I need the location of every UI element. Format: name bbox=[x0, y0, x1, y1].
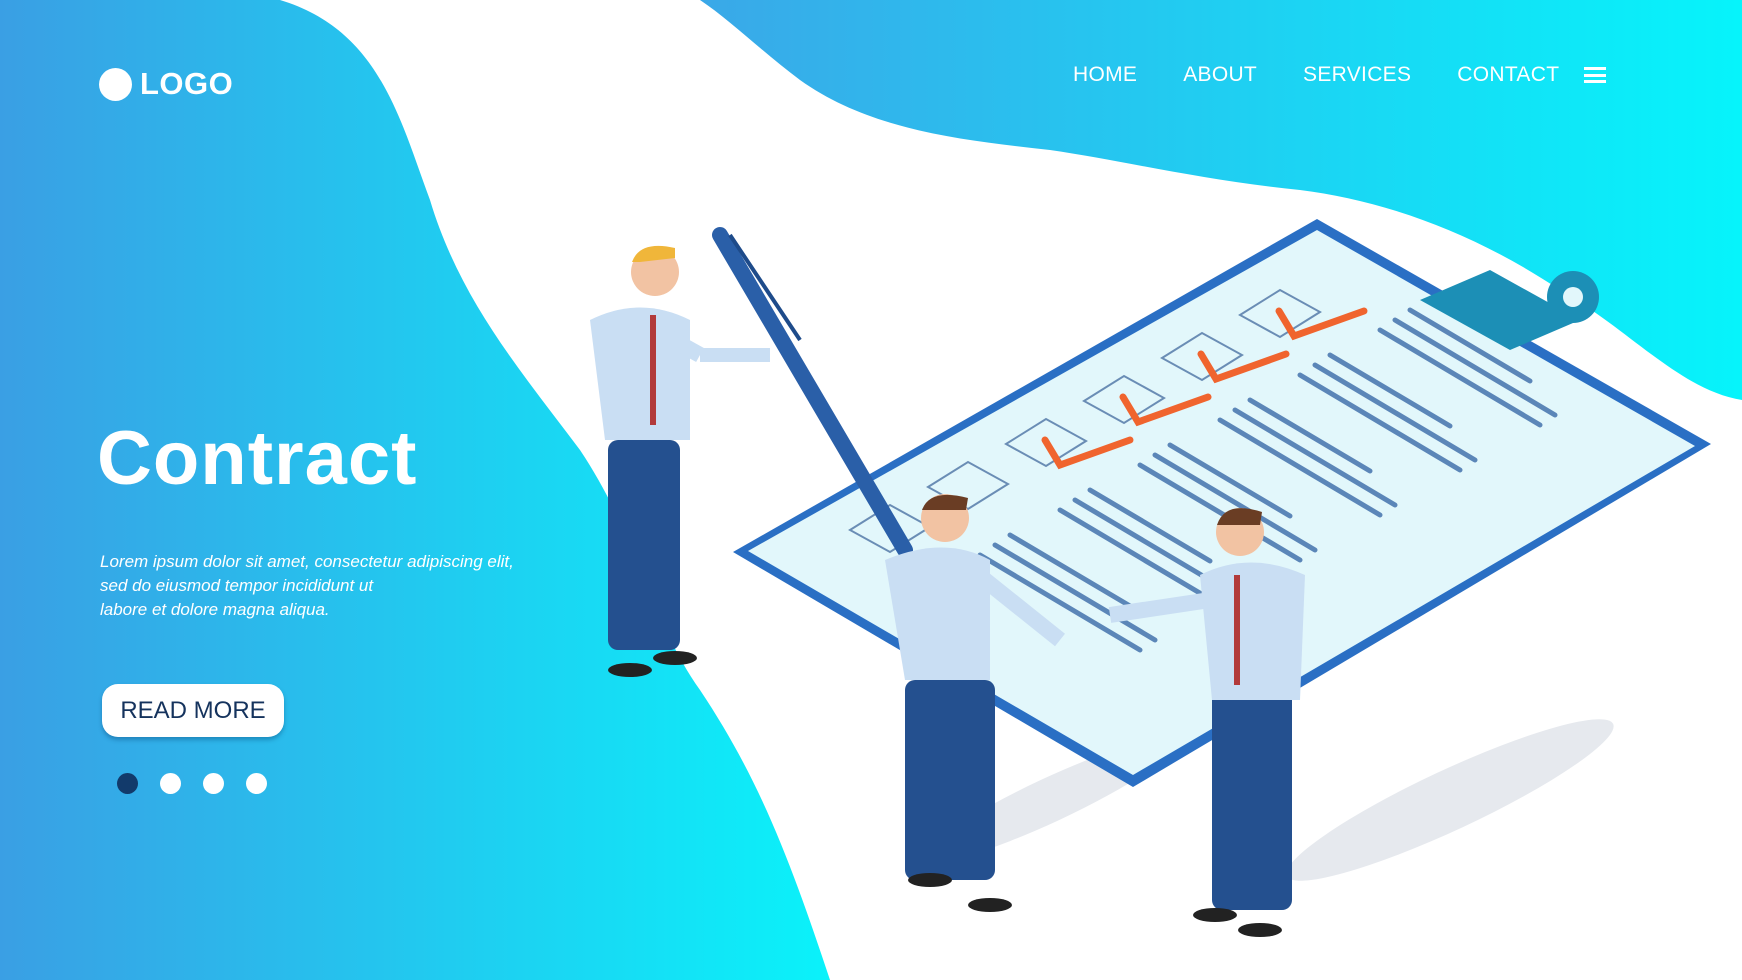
logo[interactable]: LOGO bbox=[99, 66, 233, 102]
page-title: Contract bbox=[97, 416, 418, 501]
nav-services[interactable]: SERVICES bbox=[1303, 63, 1411, 87]
hero-description: Lorem ipsum dolor sit amet, consectetur … bbox=[100, 550, 514, 622]
read-more-button[interactable]: READ MORE bbox=[102, 684, 284, 737]
description-line: sed do eiusmod tempor incididunt ut bbox=[100, 576, 374, 595]
description-line: Lorem ipsum dolor sit amet, consectetur … bbox=[100, 552, 514, 571]
slide-dot-1[interactable] bbox=[117, 773, 138, 794]
hamburger-icon[interactable] bbox=[1584, 67, 1607, 83]
slide-dot-3[interactable] bbox=[203, 773, 224, 794]
slide-dot-4[interactable] bbox=[246, 773, 267, 794]
description-line: labore et dolore magna aliqua. bbox=[100, 600, 330, 619]
person-left bbox=[590, 245, 770, 677]
nav-about[interactable]: ABOUT bbox=[1183, 63, 1257, 87]
logo-text: LOGO bbox=[140, 66, 234, 101]
nav-contact[interactable]: CONTACT bbox=[1457, 63, 1559, 87]
top-nav: HOME ABOUT SERVICES CONTACT bbox=[1073, 63, 1607, 87]
pen bbox=[712, 227, 913, 558]
nav-home[interactable]: HOME bbox=[1073, 63, 1137, 87]
logo-circle-icon bbox=[99, 67, 132, 101]
slide-indicators bbox=[117, 773, 267, 794]
slide-dot-2[interactable] bbox=[160, 773, 181, 794]
